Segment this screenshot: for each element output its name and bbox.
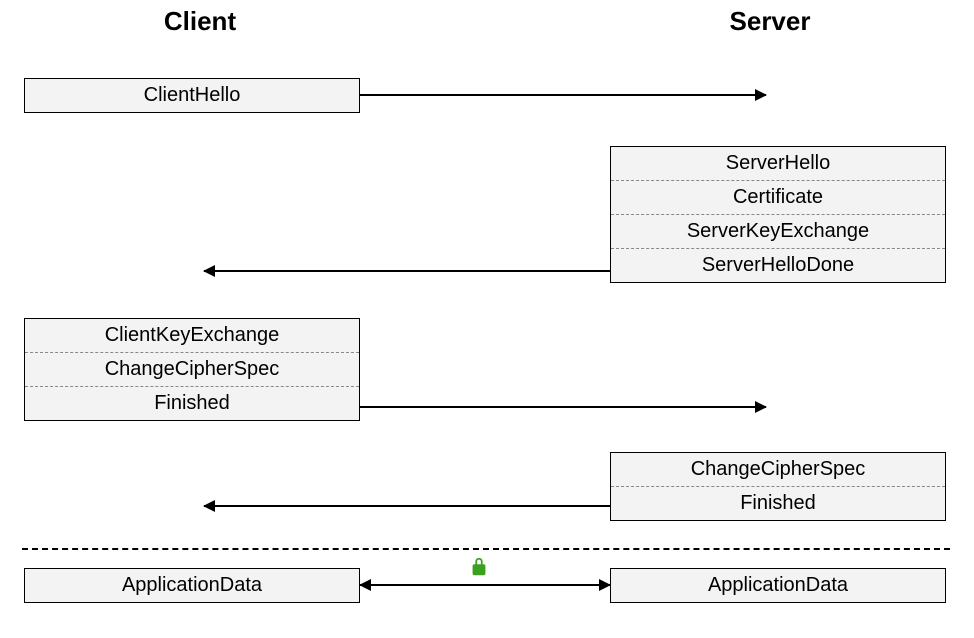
msg-serverhellodone: ServerHelloDone [611, 248, 945, 282]
msg-serverhello: ServerHello [611, 147, 945, 180]
client-appdata-group: ApplicationData [24, 568, 360, 603]
server-finished-group: ChangeCipherSpec Finished [610, 452, 946, 521]
tls-handshake-diagram: Client Server ClientHello ServerHello Ce… [0, 0, 974, 638]
client-hello-group: ClientHello [24, 78, 360, 113]
server-appdata-group: ApplicationData [610, 568, 946, 603]
msg-changecipherspec-server: ChangeCipherSpec [611, 453, 945, 486]
msg-clienthello: ClientHello [25, 79, 359, 112]
msg-serverkeyexchange: ServerKeyExchange [611, 214, 945, 248]
msg-finished-client: Finished [25, 386, 359, 420]
lock-icon [468, 556, 490, 584]
handshake-complete-separator [22, 548, 950, 550]
msg-clientkeyexchange: ClientKeyExchange [25, 319, 359, 352]
msg-appdata-client: ApplicationData [25, 569, 359, 602]
client-heading: Client [140, 6, 260, 37]
server-hello-group: ServerHello Certificate ServerKeyExchang… [610, 146, 946, 283]
server-heading: Server [710, 6, 830, 37]
arrow-server-finished [204, 505, 610, 507]
client-keyexchange-group: ClientKeyExchange ChangeCipherSpec Finis… [24, 318, 360, 421]
arrow-clienthello [360, 94, 766, 96]
msg-finished-server: Finished [611, 486, 945, 520]
msg-appdata-server: ApplicationData [611, 569, 945, 602]
arrow-client-keyexchange [360, 406, 766, 408]
arrow-appdata [360, 584, 610, 586]
arrow-server-response [204, 270, 610, 272]
msg-changecipherspec-client: ChangeCipherSpec [25, 352, 359, 386]
msg-certificate: Certificate [611, 180, 945, 214]
